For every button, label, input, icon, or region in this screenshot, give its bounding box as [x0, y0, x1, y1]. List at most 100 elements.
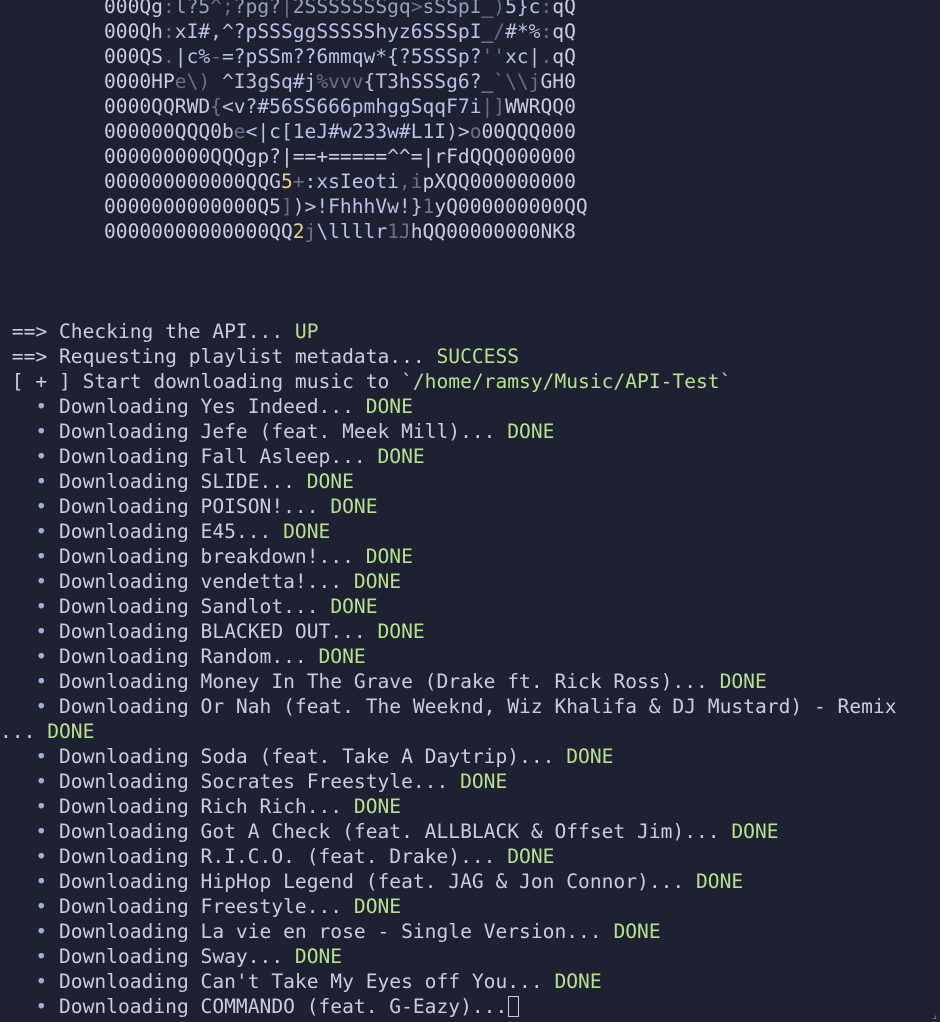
ellipsis: ...	[247, 945, 295, 968]
terminal-cursor[interactable]	[508, 996, 520, 1017]
ellipsis: ...	[330, 445, 378, 468]
download-item: • Downloading Freestyle... DONE	[0, 894, 940, 919]
bullet-icon: •	[0, 845, 59, 868]
download-item: • Downloading Money In The Grave (Drake …	[0, 669, 940, 694]
download-prefix: Downloading	[58, 670, 201, 693]
ascii-art-segment: pXQQ000000000	[422, 170, 576, 193]
ascii-art-segment: |c%	[174, 45, 211, 68]
ascii-art-segment: xI#,^?pSSSggSSSSShyz6SSSpI_	[174, 20, 494, 43]
ascii-art-segment: 1	[422, 195, 435, 218]
ellipsis: ...	[672, 670, 720, 693]
ascii-art-segment: 0000000000000Q5	[104, 195, 281, 218]
ascii-art-segment: 2	[292, 220, 305, 243]
ascii-art-segment: WWRQQ0	[505, 95, 576, 118]
bullet-icon: •	[0, 545, 59, 568]
download-status: DONE	[566, 745, 614, 768]
track-title: HipHop Legend (feat. JAG & Jon Connor)	[200, 870, 649, 893]
download-item: • Downloading Can't Take My Eyes off You…	[0, 969, 940, 994]
bullet-icon: •	[0, 445, 59, 468]
download-prefix: Downloading	[58, 870, 201, 893]
download-item: • Downloading Socrates Freestyle... DONE	[0, 769, 940, 794]
ellipsis: ...	[318, 545, 366, 568]
download-status: DONE	[47, 720, 95, 743]
download-prefix: Downloading	[58, 820, 201, 843]
terminal-window[interactable]: 000Qg:l?5^;?pg?|2SSSSSSSgq>sSSpI_)5}c:qQ…	[0, 0, 940, 1022]
download-prefix: Downloading	[58, 845, 201, 868]
track-title: vendetta!	[200, 570, 307, 593]
download-item: • Downloading breakdown!... DONE	[0, 544, 940, 569]
download-status: DONE	[696, 870, 744, 893]
download-prefix: Downloading	[58, 445, 201, 468]
download-status: DONE	[719, 670, 767, 693]
download-prefix: Downloading	[58, 470, 201, 493]
download-item: • Downloading R.I.C.O. (feat. Drake)... …	[0, 844, 940, 869]
ascii-art-segment: `\\j	[493, 70, 541, 93]
track-title: Sway	[200, 945, 248, 968]
ascii-art-line: 000Qh:xI#,^?pSSSggSSSSShyz6SSSpI_/#*%:qQ	[0, 19, 940, 44]
download-status: DONE	[330, 595, 378, 618]
download-prefix: Downloading	[58, 595, 201, 618]
ascii-art-segment: :	[162, 0, 175, 18]
download-status: DONE	[353, 895, 402, 918]
download-status: DONE	[377, 445, 425, 468]
ascii-art-segment: )>!FhhhVw!}	[292, 195, 423, 218]
ascii-art-segment: e	[233, 120, 246, 143]
download-item: • Downloading La vie en rose - Single Ve…	[0, 919, 940, 944]
track-title: SLIDE	[200, 470, 260, 493]
track-title: Or Nah (feat. The Weeknd, Wiz Khalifa & …	[200, 695, 897, 718]
track-title: E45	[200, 520, 236, 543]
ellipsis: ...	[566, 920, 614, 943]
ascii-art-segment: <v?#56SS666pmhggSqqF7i	[221, 95, 482, 118]
ascii-art-segment: 00000000000000QQ	[104, 220, 293, 243]
download-status: DONE	[365, 395, 413, 418]
bullet-icon: •	[0, 695, 59, 718]
bullet-icon: •	[0, 945, 59, 968]
ascii-art-segment: yQ000000000QQ	[434, 195, 588, 218]
ascii-art-segment: 000000000QQQgp?|==+=====^^=|rFdQQQ000000	[104, 145, 576, 168]
resize-grip-icon[interactable]: ⌟	[932, 1012, 938, 1021]
ascii-art-segment: %vvv	[316, 70, 364, 93]
track-title: Rich Rich	[200, 795, 307, 818]
ascii-art-segment: 000Qh	[104, 20, 163, 43]
download-item: • Downloading Yes Indeed... DONE	[0, 394, 940, 419]
prompt-arrow: ==>	[0, 345, 59, 368]
ascii-art-segment: qQ	[552, 0, 576, 18]
ascii-art-line: 000000000QQQgp?|==+=====^^=|rFdQQQ000000	[0, 144, 940, 169]
track-title: ...	[0, 720, 48, 743]
bullet-icon: •	[0, 595, 59, 618]
download-prefix: Downloading	[58, 895, 201, 918]
download-prefix: Downloading	[58, 420, 201, 443]
ellipsis: ...	[684, 820, 732, 843]
bullet-icon: •	[0, 745, 59, 768]
download-prefix: Downloading	[58, 645, 201, 668]
bullet-icon: •	[0, 395, 59, 418]
ellipsis: ...	[271, 645, 319, 668]
track-title: R.I.C.O. (feat. Drake)	[200, 845, 461, 868]
track-title: Money In The Grave (Drake ft. Rick Ross)	[200, 670, 673, 693]
ascii-art-segment: :	[540, 20, 553, 43]
ellipsis: ...	[259, 470, 307, 493]
ascii-art-segment: ?pg?	[233, 0, 281, 18]
ascii-art-segment: j	[304, 220, 317, 243]
download-prefix: Downloading	[58, 995, 201, 1018]
download-prefix: Downloading	[58, 695, 201, 718]
bullet-icon: •	[0, 620, 59, 643]
track-title: POISON!	[200, 495, 284, 518]
download-prefix: Downloading	[58, 970, 201, 993]
ascii-art-segment: >	[410, 0, 423, 18]
download-status: DONE	[353, 795, 402, 818]
ascii-art-segment: e\)	[174, 70, 211, 93]
download-item: • Downloading E45... DONE	[0, 519, 940, 544]
bullet-icon: •	[0, 670, 59, 693]
ascii-art-segment: :xsIeoti	[304, 170, 399, 193]
ascii-art-segment: 000000QQQ0b	[104, 120, 234, 143]
ellipsis: ...	[318, 395, 366, 418]
metadata-text: Requesting playlist metadata...	[58, 345, 437, 368]
download-item: • Downloading Soda (feat. Take A Daytrip…	[0, 744, 940, 769]
bullet-icon: •	[0, 820, 59, 843]
metadata-line: ==> Requesting playlist metadata... SUCC…	[0, 344, 940, 369]
ascii-art-segment: |]	[481, 95, 506, 118]
api-check-line: ==> Checking the API... UP	[0, 319, 940, 344]
